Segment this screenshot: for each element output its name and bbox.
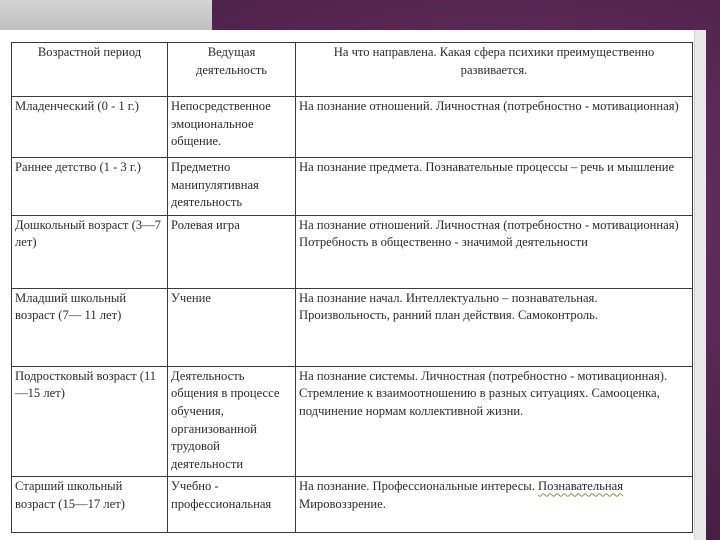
cell-period: Старший школьный возраст (15—17 лет) xyxy=(11,476,168,534)
cell-direction: На познание отношений. Личностная (потре… xyxy=(295,96,693,158)
cell-direction: На познание системы. Личностная (потребн… xyxy=(295,365,693,478)
age-periods-table: Возрастной период Ведущая деятельность Н… xyxy=(11,42,693,534)
direction-main-text: На познание. Профессиональные интересы. xyxy=(299,479,535,494)
cell-activity: Учебно - профессиональная xyxy=(167,476,296,534)
cell-activity: Предметно манипулятивная деятельность xyxy=(167,157,296,216)
cell-period: Дошкольный возраст (3—7 лет) xyxy=(11,214,168,289)
slide-page: Возрастной период Ведущая деятельность Н… xyxy=(0,30,705,540)
table-row: Раннее детство (1 - 3 г.) Предметно мани… xyxy=(11,157,693,216)
cell-direction: На познание предмета. Познавательные про… xyxy=(295,157,693,216)
background-grey-strip xyxy=(0,0,212,34)
cell-period: Младенческий (0 - 1 г.) xyxy=(11,96,168,158)
cell-activity: Ролевая игра xyxy=(167,214,296,289)
header-direction: На что направлена. Какая сфера психики п… xyxy=(295,42,693,97)
cell-period: Раннее детство (1 - 3 г.) xyxy=(11,157,168,216)
direction-tail-text: Мировоззрение. xyxy=(299,496,386,511)
cell-activity: Непосредственное эмоциональное общение. xyxy=(167,96,296,158)
spellcheck-highlight-text: Познавательная xyxy=(538,479,624,494)
cell-period: Подростковый возраст (11—15 лет) xyxy=(11,365,168,478)
slide-right-edge xyxy=(694,30,706,540)
cell-activity: Деятельность общения в процессе обучения… xyxy=(167,365,296,478)
table-row: Старший школьный возраст (15—17 лет) Уче… xyxy=(11,476,693,534)
cell-direction: На познание начал. Интеллектуально – поз… xyxy=(295,287,693,367)
cell-activity: Учение xyxy=(167,287,296,367)
cell-period: Младший школьный возраст (7— 11 лет) xyxy=(11,287,168,367)
header-leading-activity: Ведущая деятельность xyxy=(167,42,296,97)
table-row: Младенческий (0 - 1 г.) Непосредственное… xyxy=(11,96,693,158)
table-row: Подростковый возраст (11—15 лет) Деятель… xyxy=(11,365,693,478)
table-row: Младший школьный возраст (7— 11 лет) Уче… xyxy=(11,287,693,367)
header-age-period: Возрастной период xyxy=(11,42,168,97)
cell-direction: На познание. Профессиональные интересы. … xyxy=(295,476,693,534)
cell-direction: На познание отношений. Личностная (потре… xyxy=(295,214,693,289)
table-row: Дошкольный возраст (3—7 лет) Ролевая игр… xyxy=(11,214,693,289)
table-header-row: Возрастной период Ведущая деятельность Н… xyxy=(11,42,693,97)
